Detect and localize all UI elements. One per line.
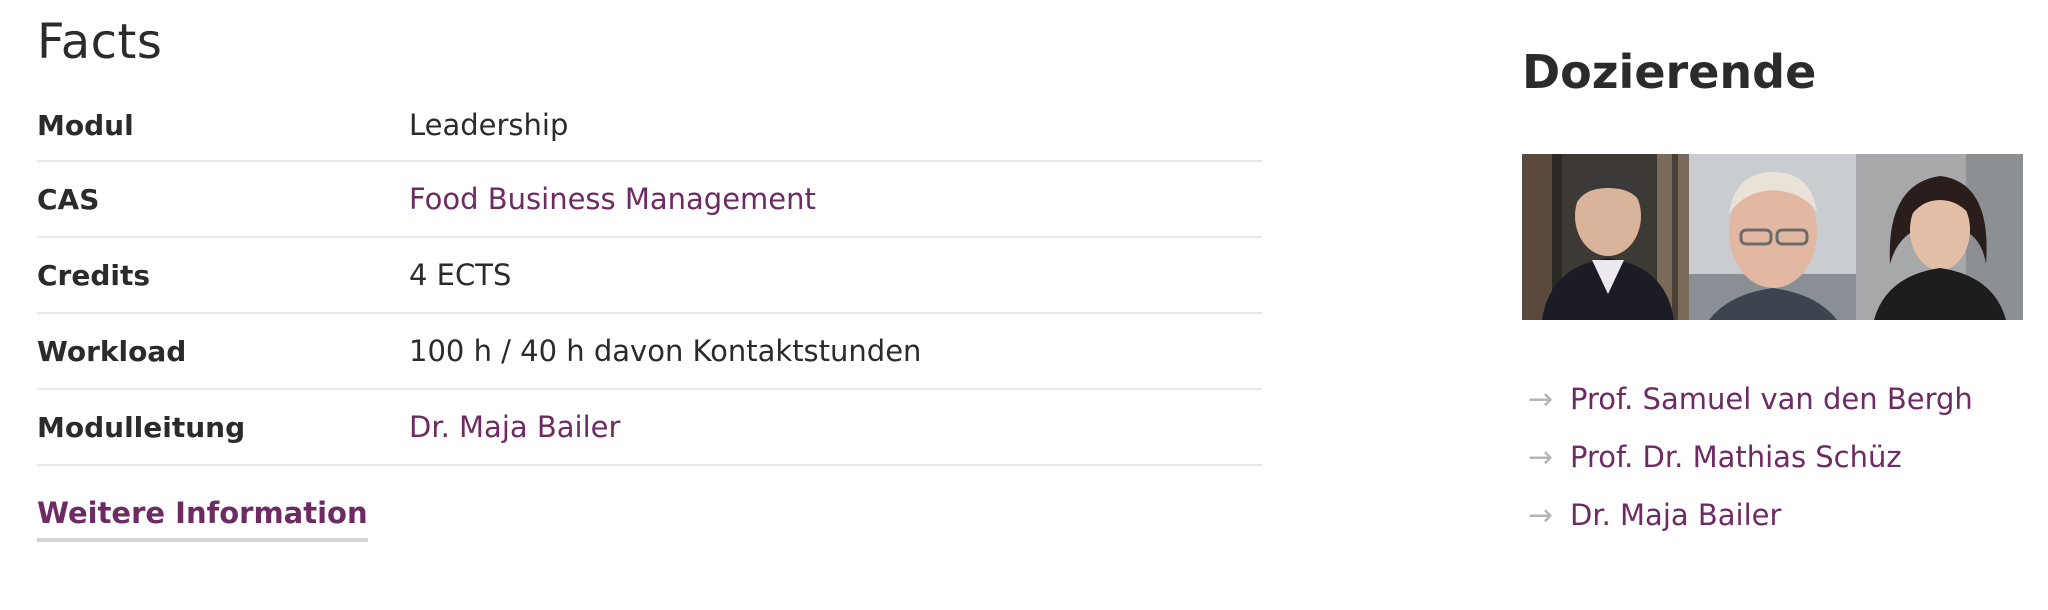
more-info-link[interactable]: Weitere Information — [37, 496, 368, 542]
arrow-right-icon: → — [1528, 381, 1554, 417]
portrait-photo-man-glasses — [1689, 154, 1856, 320]
fact-label: CAS — [37, 182, 100, 216]
fact-row-cas: CAS Food Business Management — [37, 162, 1262, 238]
facts-title: Facts — [37, 14, 163, 70]
lecturer-link-bailer[interactable]: → Dr. Maja Bailer — [1522, 486, 1973, 544]
lecturer-link-schuez[interactable]: → Prof. Dr. Mathias Schüz — [1522, 428, 1973, 486]
fact-value: 4 ECTS — [409, 258, 512, 292]
lecturer-photo-3[interactable] — [1856, 154, 2023, 320]
fact-label: Modulleitung — [37, 410, 246, 444]
fact-label: Modul — [37, 108, 134, 142]
lecturer-photo-2[interactable] — [1689, 154, 1856, 320]
lecturers-title: Dozierende — [1522, 45, 1817, 99]
arrow-right-icon: → — [1528, 439, 1554, 475]
arrow-right-icon: → — [1528, 497, 1554, 533]
lecturer-link-van-den-bergh[interactable]: → Prof. Samuel van den Bergh — [1522, 370, 1973, 428]
portrait-photo-man-dark-hair — [1522, 154, 1689, 320]
lecturer-name: Prof. Samuel van den Bergh — [1570, 382, 1973, 416]
lecturer-name: Prof. Dr. Mathias Schüz — [1570, 440, 1902, 474]
fact-row-modulleitung: Modulleitung Dr. Maja Bailer — [37, 390, 1262, 466]
fact-label: Credits — [37, 258, 151, 292]
fact-row-credits: Credits 4 ECTS — [37, 238, 1262, 314]
facts-table: Modul Leadership CAS Food Business Manag… — [37, 90, 1262, 466]
portrait-photo-woman-dark-hair — [1856, 154, 2023, 320]
fact-value: 100 h / 40 h davon Kontaktstunden — [409, 334, 922, 368]
fact-row-modul: Modul Leadership — [37, 90, 1262, 162]
lecturer-name: Dr. Maja Bailer — [1570, 498, 1782, 532]
facts-section: Facts Modul Leadership CAS Food Business… — [37, 0, 1262, 542]
modulleitung-link[interactable]: Dr. Maja Bailer — [409, 410, 620, 444]
fact-row-workload: Workload 100 h / 40 h davon Kontaktstund… — [37, 314, 1262, 390]
cas-link[interactable]: Food Business Management — [409, 182, 816, 216]
fact-label: Workload — [37, 334, 187, 368]
fact-value: Leadership — [409, 108, 569, 142]
lecturer-list: → Prof. Samuel van den Bergh → Prof. Dr.… — [1522, 370, 1973, 544]
lecturer-photo-1[interactable] — [1522, 154, 1689, 320]
lecturer-photos — [1522, 154, 2023, 320]
